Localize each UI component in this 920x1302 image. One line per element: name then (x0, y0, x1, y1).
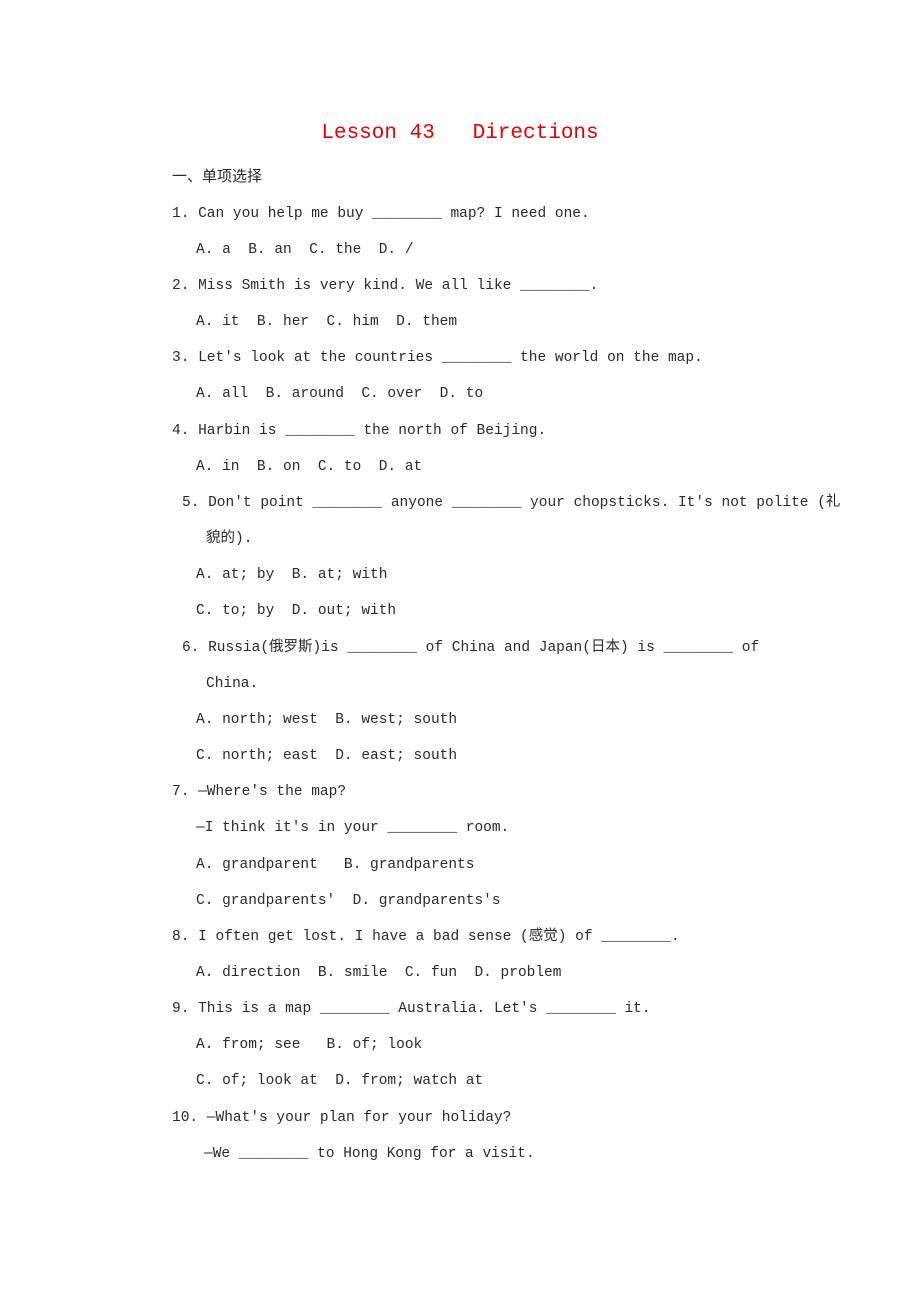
question-stem: 6. Russia(俄罗斯)is ________ of China and J… (182, 640, 760, 656)
question-stem-continued: 貌的). (206, 531, 253, 547)
question-stem: 8. I often get lost. I have a bad sense … (172, 929, 680, 945)
lesson-title: Lesson 43 Directions (321, 122, 599, 145)
question-options: C. north; east D. east; south (196, 748, 458, 764)
question-stem: 9. This is a map ________ Australia. Let… (172, 1001, 651, 1017)
question-stem: 7. —Where's the map? (172, 784, 347, 800)
question-options: A. in B. on C. to D. at (196, 459, 423, 475)
question-stem-continued: China. (206, 676, 259, 692)
question-options: A. a B. an C. the D. / (196, 242, 414, 258)
question-stem-continued: —I think it's in your ________ room. (196, 820, 510, 836)
question-options: A. direction B. smile C. fun D. problem (196, 965, 562, 981)
question-stem: 5. Don't point ________ anyone ________ … (182, 495, 841, 511)
question-options: A. at; by B. at; with (196, 567, 388, 583)
question-stem: 3. Let's look at the countries ________ … (172, 350, 703, 366)
question-stem: 10. —What's your plan for your holiday? (172, 1110, 512, 1126)
question-options: C. grandparents' D. grandparents's (196, 893, 501, 909)
question-stem-continued: —We ________ to Hong Kong for a visit. (204, 1146, 535, 1162)
question-stem: 2. Miss Smith is very kind. We all like … (172, 278, 599, 294)
question-stem: 4. Harbin is ________ the north of Beiji… (172, 423, 547, 439)
question-options: A. all B. around C. over D. to (196, 386, 484, 402)
question-options: C. of; look at D. from; watch at (196, 1073, 484, 1089)
question-stem: 1. Can you help me buy ________ map? I n… (172, 206, 590, 222)
question-options: A. from; see B. of; look (196, 1037, 423, 1053)
question-options: A. north; west B. west; south (196, 712, 458, 728)
question-options: C. to; by D. out; with (196, 603, 397, 619)
section-heading: 一、单项选择 (172, 169, 263, 186)
question-options: A. grandparent B. grandparents (196, 857, 475, 873)
question-options: A. it B. her C. him D. them (196, 314, 458, 330)
